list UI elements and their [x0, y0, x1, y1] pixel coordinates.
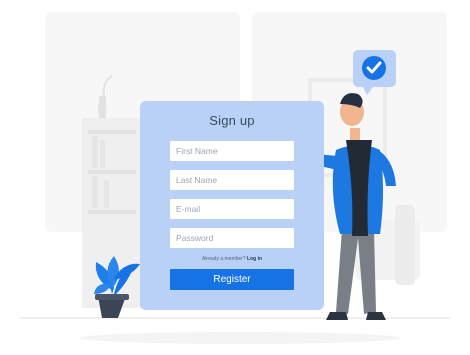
email-input[interactable] [170, 199, 294, 219]
check-speech-bubble [353, 50, 396, 95]
already-member-text: Already a member? [201, 256, 246, 262]
signup-illustration-scene: Sign up Already a member? Log in Registe… [0, 0, 470, 355]
floor-shadow [80, 332, 400, 344]
signup-title: Sign up [209, 113, 255, 128]
register-button[interactable]: Register [170, 269, 294, 290]
password-input[interactable] [170, 228, 294, 248]
last-name-input[interactable] [170, 170, 294, 190]
login-link[interactable]: Log in [247, 256, 262, 262]
first-name-input[interactable] [170, 141, 294, 161]
check-icon [362, 56, 386, 80]
login-prompt: Already a member? Log in [140, 256, 324, 262]
